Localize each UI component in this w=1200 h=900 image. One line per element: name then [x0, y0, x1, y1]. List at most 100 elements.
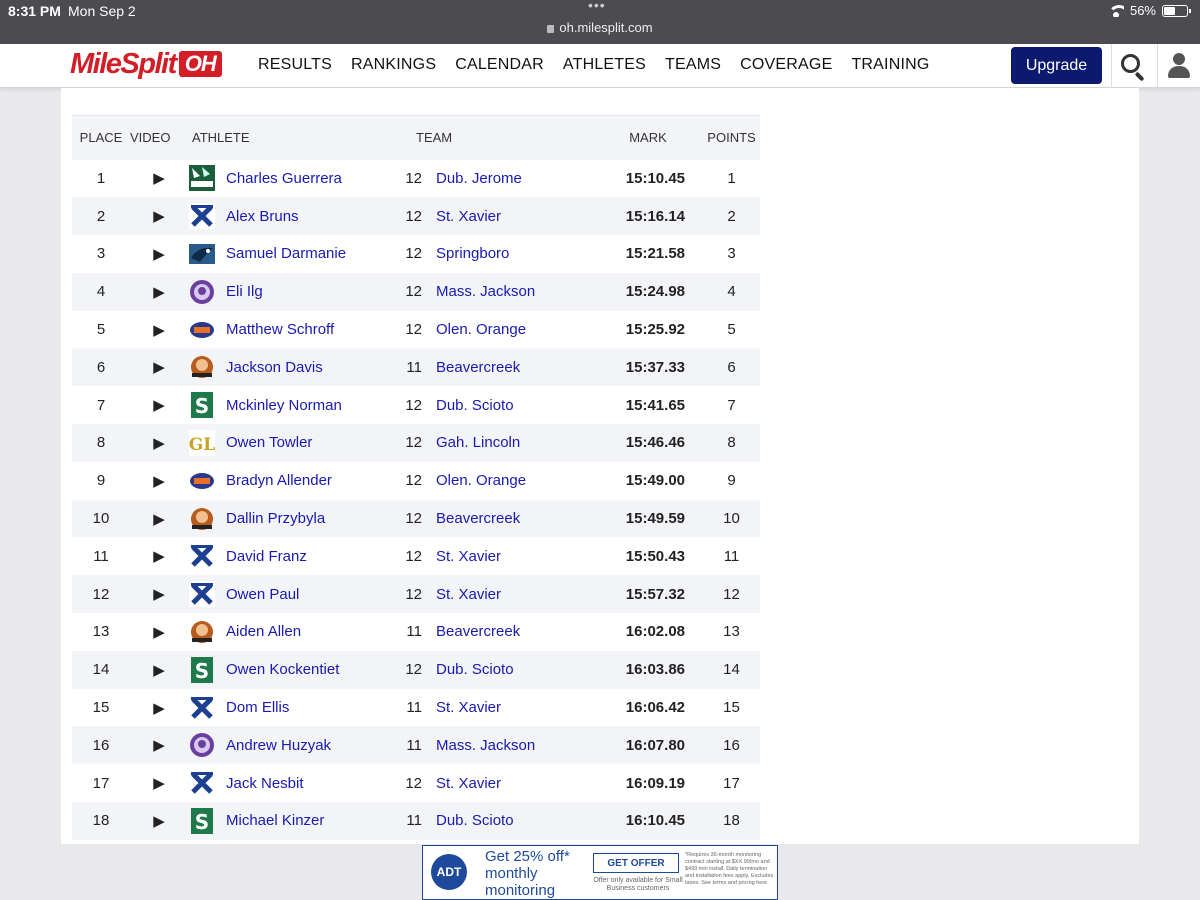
team-logo-icon[interactable]	[188, 542, 216, 570]
play-video-icon[interactable]: ▶	[153, 284, 165, 301]
play-video-icon[interactable]: ▶	[153, 548, 165, 565]
nav-teams[interactable]: TEAMS	[665, 56, 721, 74]
athlete-link[interactable]: David Franz	[226, 548, 307, 565]
header-points[interactable]: POINTS	[703, 115, 760, 160]
team-link[interactable]: Beavercreek	[436, 623, 520, 640]
team-link[interactable]: Dub. Scioto	[436, 812, 514, 829]
play-video-icon[interactable]: ▶	[153, 208, 165, 225]
header-place[interactable]: PLACE	[72, 115, 130, 160]
play-video-icon[interactable]: ▶	[153, 435, 165, 452]
team-link[interactable]: Mass. Jackson	[436, 283, 535, 300]
table-row[interactable]: 14 ▶ S Owen Kockentiet 12 Dub. Scioto 16:03.86…	[72, 650, 760, 689]
header-video[interactable]: VIDEO	[130, 115, 188, 160]
nav-athletes[interactable]: ATHLETES	[563, 56, 646, 74]
athlete-link[interactable]: Owen Kockentiet	[226, 661, 339, 678]
nav-rankings[interactable]: RANKINGS	[351, 56, 436, 74]
team-logo-icon[interactable]	[188, 618, 216, 646]
play-video-icon[interactable]: ▶	[153, 624, 165, 641]
athlete-link[interactable]: Samuel Darmanie	[226, 245, 346, 262]
play-video-icon[interactable]: ▶	[153, 246, 165, 263]
team-link[interactable]: St. Xavier	[436, 586, 501, 603]
team-logo-icon[interactable]	[188, 240, 216, 268]
team-link[interactable]: Beavercreek	[436, 359, 520, 376]
table-row[interactable]: 4 ▶ Eli Ilg 12 Mass. Jackson 15:24.98 4	[72, 272, 760, 311]
athlete-link[interactable]: Andrew Huzyak	[226, 737, 331, 754]
address-bar[interactable]: oh.milesplit.com	[0, 20, 1200, 35]
upgrade-button[interactable]: Upgrade	[1011, 47, 1102, 84]
athlete-link[interactable]: Jackson Davis	[226, 359, 323, 376]
team-link[interactable]: Dub. Scioto	[436, 661, 514, 678]
team-link[interactable]: Gah. Lincoln	[436, 434, 520, 451]
athlete-link[interactable]: Aiden Allen	[226, 623, 301, 640]
athlete-link[interactable]: Jack Nesbit	[226, 775, 304, 792]
team-link[interactable]: Olen. Orange	[436, 321, 526, 338]
team-logo-icon[interactable]	[188, 467, 216, 495]
play-video-icon[interactable]: ▶	[153, 737, 165, 754]
team-logo-icon[interactable]	[188, 731, 216, 759]
table-row[interactable]: 11 ▶ David Franz 12 St. Xavier 15:50.43 11	[72, 537, 760, 575]
get-offer-button[interactable]: GET OFFER	[593, 853, 679, 873]
nav-results[interactable]: RESULTS	[258, 56, 332, 74]
team-link[interactable]: St. Xavier	[436, 699, 501, 716]
table-row[interactable]: 16 ▶ Andrew Huzyak 11 Mass. Jackson 16:07.80 1…	[72, 726, 760, 765]
athlete-link[interactable]: Dallin Przybyla	[226, 510, 325, 527]
athlete-link[interactable]: Alex Bruns	[226, 208, 299, 225]
athlete-link[interactable]: Owen Towler	[226, 434, 312, 451]
team-logo-icon[interactable]: GL	[188, 429, 216, 457]
team-logo-icon[interactable]	[188, 164, 216, 192]
milesplit-logo[interactable]: MileSplit OH	[70, 48, 222, 80]
play-video-icon[interactable]: ▶	[153, 511, 165, 528]
athlete-link[interactable]: Bradyn Allender	[226, 472, 332, 489]
play-video-icon[interactable]: ▶	[153, 662, 165, 679]
search-icon[interactable]	[1121, 54, 1147, 82]
play-video-icon[interactable]: ▶	[153, 775, 165, 792]
play-video-icon[interactable]: ▶	[153, 170, 165, 187]
team-link[interactable]: Beavercreek	[436, 510, 520, 527]
header-team[interactable]: TEAM	[396, 115, 593, 160]
table-row[interactable]: 15 ▶ Dom Ellis 11 St. Xavier 16:06.42 15	[72, 689, 760, 727]
play-video-icon[interactable]: ▶	[153, 700, 165, 717]
nav-training[interactable]: TRAINING	[851, 56, 929, 74]
user-account-icon[interactable]	[1168, 53, 1190, 79]
team-logo-icon[interactable]	[188, 353, 216, 381]
table-row[interactable]: 3 ▶ Samuel Darmanie 12 Springboro 15:21.58 3	[72, 235, 760, 273]
table-row[interactable]: 7 ▶ S Mckinley Norman 12 Dub. Scioto 15:41.65 7	[72, 386, 760, 424]
team-link[interactable]: Dub. Jerome	[436, 170, 522, 187]
nav-calendar[interactable]: CALENDAR	[455, 56, 544, 74]
table-row[interactable]: 2 ▶ Alex Bruns 12 St. Xavier 15:16.14 2	[72, 197, 760, 236]
team-link[interactable]: Mass. Jackson	[436, 737, 535, 754]
play-video-icon[interactable]: ▶	[153, 359, 165, 376]
play-video-icon[interactable]: ▶	[153, 397, 165, 414]
play-video-icon[interactable]: ▶	[153, 473, 165, 490]
athlete-link[interactable]: Matthew Schroff	[226, 321, 334, 338]
team-link[interactable]: Dub. Scioto	[436, 397, 514, 414]
play-video-icon[interactable]: ▶	[153, 586, 165, 603]
athlete-link[interactable]: Michael Kinzer	[226, 812, 324, 829]
table-row[interactable]: 5 ▶ Matthew Schroff 12 Olen. Orange 15:25.92 5	[72, 311, 760, 349]
team-logo-icon[interactable]	[188, 278, 216, 306]
team-logo-icon[interactable]: S	[188, 391, 216, 419]
table-row[interactable]: 8 ▶ GL Owen Towler 12 Gah. Lincoln 15:46.46 8	[72, 424, 760, 462]
table-row[interactable]: 17 ▶ Jack Nesbit 12 St. Xavier 16:09.19 17	[72, 764, 760, 802]
athlete-link[interactable]: Owen Paul	[226, 586, 299, 603]
team-logo-icon[interactable]	[188, 580, 216, 608]
play-video-icon[interactable]: ▶	[153, 813, 165, 830]
more-dots-icon[interactable]: •••	[588, 0, 606, 13]
team-logo-icon[interactable]: S	[188, 656, 216, 684]
team-logo-icon[interactable]	[188, 202, 216, 230]
team-logo-icon[interactable]	[188, 505, 216, 533]
team-link[interactable]: St. Xavier	[436, 548, 501, 565]
athlete-link[interactable]: Mckinley Norman	[226, 397, 342, 414]
athlete-link[interactable]: Charles Guerrera	[226, 170, 342, 187]
team-link[interactable]: Olen. Orange	[436, 472, 526, 489]
team-link[interactable]: St. Xavier	[436, 208, 501, 225]
table-row[interactable]: 12 ▶ Owen Paul 12 St. Xavier 15:57.32 12	[72, 575, 760, 614]
table-row[interactable]: 9 ▶ Bradyn Allender 12 Olen. Orange 15:49.00 9	[72, 462, 760, 500]
play-video-icon[interactable]: ▶	[153, 322, 165, 339]
athlete-link[interactable]: Eli Ilg	[226, 283, 263, 300]
table-row[interactable]: 18 ▶ S Michael Kinzer 11 Dub. Scioto 16:10.45 1…	[72, 802, 760, 840]
nav-coverage[interactable]: COVERAGE	[740, 56, 832, 74]
header-athlete[interactable]: ATHLETE	[188, 115, 396, 160]
team-link[interactable]: Springboro	[436, 245, 509, 262]
adt-ad-banner[interactable]: ADT Get 25% off* monthly monitoring GET …	[422, 845, 778, 900]
